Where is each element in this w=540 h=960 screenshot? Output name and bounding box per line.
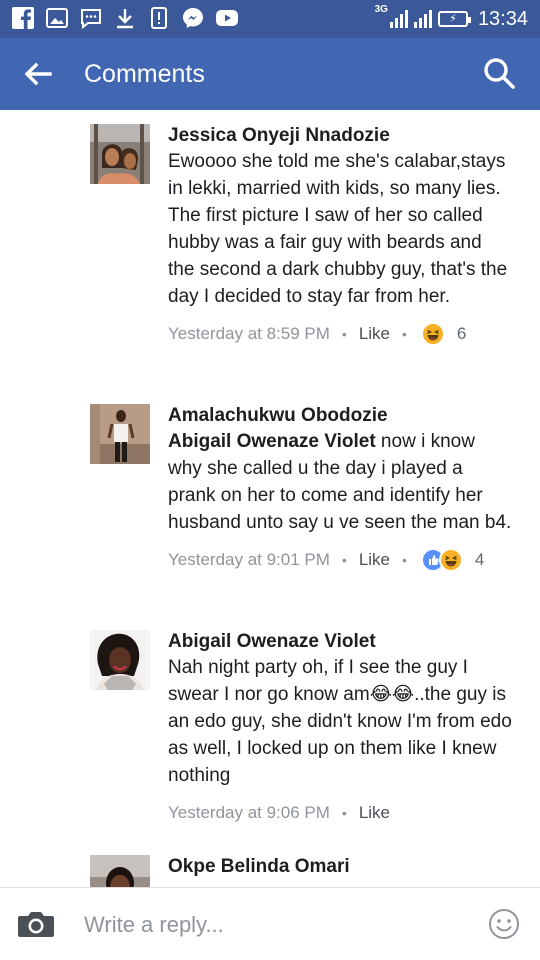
emoji-button[interactable]: [488, 908, 520, 940]
comments-list[interactable]: Jessica Onyeji Nnadozie Ewoooo she told …: [0, 110, 540, 887]
like-button[interactable]: Like: [359, 803, 390, 823]
search-icon: [484, 58, 515, 89]
comment-time[interactable]: Yesterday at 9:06 PM: [168, 803, 330, 823]
signal-icon-2: [413, 10, 432, 28]
comment-body: Jessica Onyeji Nnadozie Ewoooo she told …: [168, 124, 513, 348]
separator-dot: •: [341, 326, 347, 342]
comment-body: Okpe Belinda Omari: [168, 855, 513, 879]
comment-author[interactable]: Okpe Belinda Omari: [168, 855, 513, 879]
comment-meta: Yesterday at 8:59 PM • Like • 6: [168, 320, 513, 348]
mentioned-user[interactable]: Abigail Owenaze Violet: [168, 431, 376, 452]
reply-input[interactable]: [84, 910, 464, 940]
comment-text: Nah night party oh, if I see the guy I s…: [168, 657, 512, 786]
gallery-icon: [44, 5, 69, 30]
comment-meta: Yesterday at 9:06 PM • Like: [168, 799, 513, 827]
smiley-icon: [489, 909, 519, 939]
comment-body: Amalachukwu Obodozie Abigail Owenaze Vio…: [168, 404, 513, 574]
comment-author[interactable]: Abigail Owenaze Violet: [168, 630, 513, 654]
separator-dot: •: [402, 326, 407, 342]
separator-dot: •: [341, 552, 347, 568]
comment-time[interactable]: Yesterday at 9:01 PM: [168, 550, 330, 570]
page-title: Comments: [84, 60, 205, 88]
like-button[interactable]: Like: [359, 324, 390, 344]
network-type: 3G: [374, 3, 388, 15]
facebook-icon: [10, 5, 35, 30]
app-bar: Comments: [0, 38, 540, 110]
comment-time[interactable]: Yesterday at 8:59 PM: [168, 324, 330, 344]
alert-icon: [146, 5, 171, 30]
comment-body: Abigail Owenaze Violet Nah night party o…: [168, 630, 513, 827]
status-time: 13:34: [477, 7, 528, 30]
status-bar: 3G ⚡ 13:34: [0, 0, 540, 38]
avatar[interactable]: [90, 630, 150, 690]
messenger-icon: [180, 5, 205, 30]
back-button[interactable]: [20, 56, 56, 92]
like-button[interactable]: Like: [359, 550, 390, 570]
haha-reaction-icon: [438, 548, 463, 572]
back-arrow-icon: [24, 62, 52, 86]
comment-author[interactable]: Amalachukwu Obodozie: [168, 404, 513, 428]
haha-reaction-icon: [420, 322, 445, 346]
notification-icons: [10, 5, 239, 30]
reaction-count: 6: [456, 324, 467, 343]
comment-text-container: Abigail Owenaze Violet now i know why sh…: [168, 428, 513, 536]
battery-icon: ⚡: [437, 11, 471, 27]
comment-author[interactable]: Jessica Onyeji Nnadozie: [168, 124, 513, 148]
search-button[interactable]: [480, 54, 518, 92]
camera-icon: [18, 912, 54, 937]
youtube-icon: [214, 5, 239, 30]
system-status: 3G ⚡ 13:34: [375, 0, 528, 38]
separator-dot: •: [341, 805, 347, 821]
separator-dot: •: [402, 552, 407, 568]
signal-icon: [389, 10, 408, 28]
avatar[interactable]: [90, 855, 150, 887]
comment-text: Ewoooo she told me she's calabar,stays i…: [168, 151, 508, 307]
comment-meta: Yesterday at 9:01 PM • Like • 4: [168, 546, 513, 574]
reactions[interactable]: 4: [420, 548, 485, 572]
camera-button[interactable]: [16, 906, 56, 942]
avatar[interactable]: [90, 404, 150, 464]
download-icon: [112, 5, 137, 30]
reactions[interactable]: 6: [420, 322, 467, 346]
reaction-count: 4: [474, 550, 485, 569]
messenger-chat-icon: [78, 5, 103, 30]
reply-bar: [0, 887, 540, 960]
avatar[interactable]: [90, 124, 150, 184]
